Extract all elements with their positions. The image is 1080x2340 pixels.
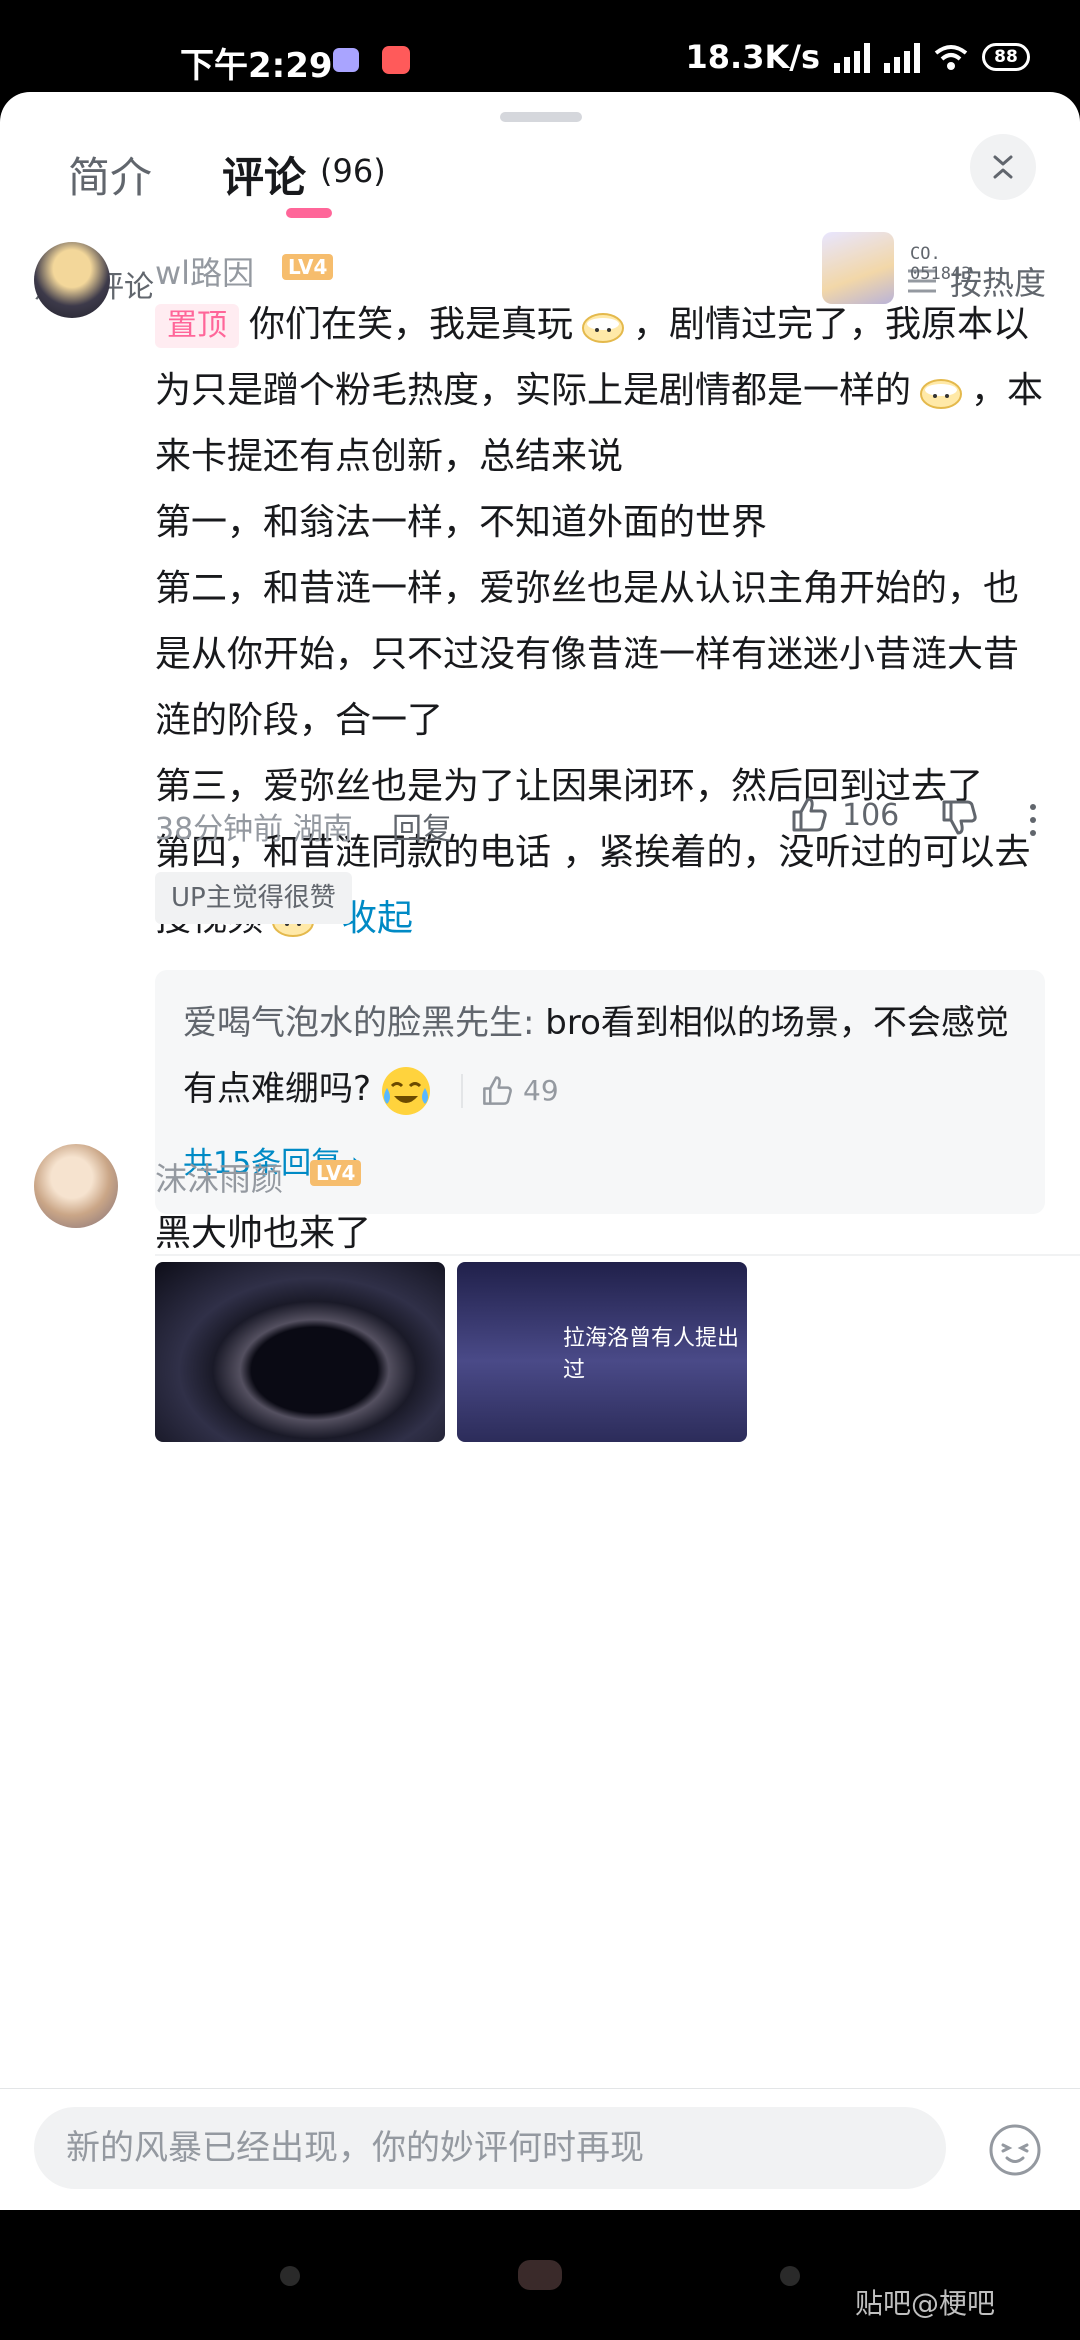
level-badge: LV4 [282, 254, 334, 280]
reply-like-button[interactable]: 49 [461, 1073, 559, 1108]
drag-handle[interactable] [500, 112, 582, 122]
level-badge: LV4 [310, 1160, 362, 1186]
chevron-collapse-icon [993, 155, 1013, 179]
comment-username[interactable]: 沫沫雨颜 [155, 1154, 283, 1200]
thumbs-up-icon [792, 797, 827, 832]
comment-line: 第一，和翁法一样，不知道外面的世界 [155, 502, 768, 543]
nav-recents-button[interactable] [780, 2266, 800, 2286]
bowl-emoji-icon [920, 379, 963, 409]
comment-input[interactable] [34, 2107, 946, 2189]
comment-content: 黑大帅也来了 [155, 1213, 372, 1254]
crying-laugh-emoji-icon [382, 1066, 431, 1115]
signal-icon [834, 41, 870, 73]
avatar[interactable] [34, 1144, 118, 1228]
emoji-picker-icon[interactable] [988, 2123, 1042, 2177]
nav-back-button[interactable] [280, 2266, 300, 2286]
more-options-icon[interactable] [1030, 804, 1038, 838]
comment-time-location: 38分钟前 湖南 [155, 804, 353, 848]
comment-time: 38分钟前 [155, 812, 284, 847]
like-count: 106 [842, 797, 900, 833]
collapse-link[interactable]: 收起 [341, 898, 413, 939]
comment-count: (96) [320, 152, 386, 190]
thumbs-up-icon [483, 1075, 512, 1105]
network-speed: 18.3K/s [685, 38, 820, 76]
signal-icon-2 [884, 41, 920, 73]
reply-like-count: 49 [523, 1073, 559, 1107]
notification-app-icon-2 [382, 46, 410, 74]
reply-username[interactable]: 爱喝气泡水的脸黑先生: [183, 1003, 534, 1043]
comment-line: 你们在笑，我是真玩 [249, 304, 574, 345]
tab-comments[interactable]: 评论 [222, 144, 306, 205]
bowl-emoji-icon [582, 313, 625, 343]
watermark: 贴吧@梗吧 [855, 2287, 996, 2320]
avatar[interactable] [34, 242, 110, 318]
wifi-icon [934, 45, 968, 70]
nav-home-button[interactable] [518, 2260, 562, 2290]
comment-image[interactable] [155, 1262, 445, 1442]
reply-content: 爱喝气泡水的脸黑先生: bro看到相似的场景，不会感觉有点难绷吗? 49 [183, 990, 1023, 1122]
status-bar: 下午2:29 18.3K/s 88 [0, 0, 1080, 92]
tab-intro[interactable]: 简介 [68, 144, 152, 205]
notification-app-icon [333, 48, 359, 72]
dislike-button[interactable] [940, 798, 978, 840]
reply-preview[interactable]: 爱喝气泡水的脸黑先生: bro看到相似的场景，不会感觉有点难绷吗? 49 共15条… [155, 970, 1045, 1214]
up-liked-tag: UP主觉得很赞 [155, 872, 352, 924]
status-time: 下午2:29 [180, 46, 333, 86]
comment-username[interactable]: wl路因 [155, 248, 254, 294]
image-caption: 拉海洛曾有人提出过 [563, 1326, 740, 1383]
close-button[interactable] [970, 134, 1036, 200]
fan-card-number: CO. 051843 [910, 244, 972, 284]
comment-input-bar [0, 2088, 1080, 2209]
comment-location: 湖南 [292, 812, 353, 847]
reply-button[interactable]: 回复 [392, 804, 452, 848]
comment-image[interactable]: 拉海洛曾有人提出过 [457, 1262, 747, 1442]
pinned-badge: 置顶 [155, 304, 239, 348]
battery-icon: 88 [982, 43, 1030, 71]
active-tab-indicator [286, 208, 332, 218]
thumbs-down-icon [942, 800, 977, 835]
like-button[interactable]: 106 [790, 796, 899, 834]
status-indicators: 18.3K/s 88 [686, 38, 1030, 76]
comment-line: 第二，和昔涟一样，爱弥丝也是从认识主角开始的，也是从你开始，只不过没有像昔涟一样… [155, 568, 1020, 741]
comments-sheet: 简介 评论 (96) 热门评论 按热度 wl路因 LV4 CO. 051843 … [0, 92, 1080, 2210]
comment-content: 置顶 你们在笑，我是真玩 ，剧情过完了，我原本以为只是蹭个粉毛热度，实际上是剧情都是… [155, 292, 1050, 952]
